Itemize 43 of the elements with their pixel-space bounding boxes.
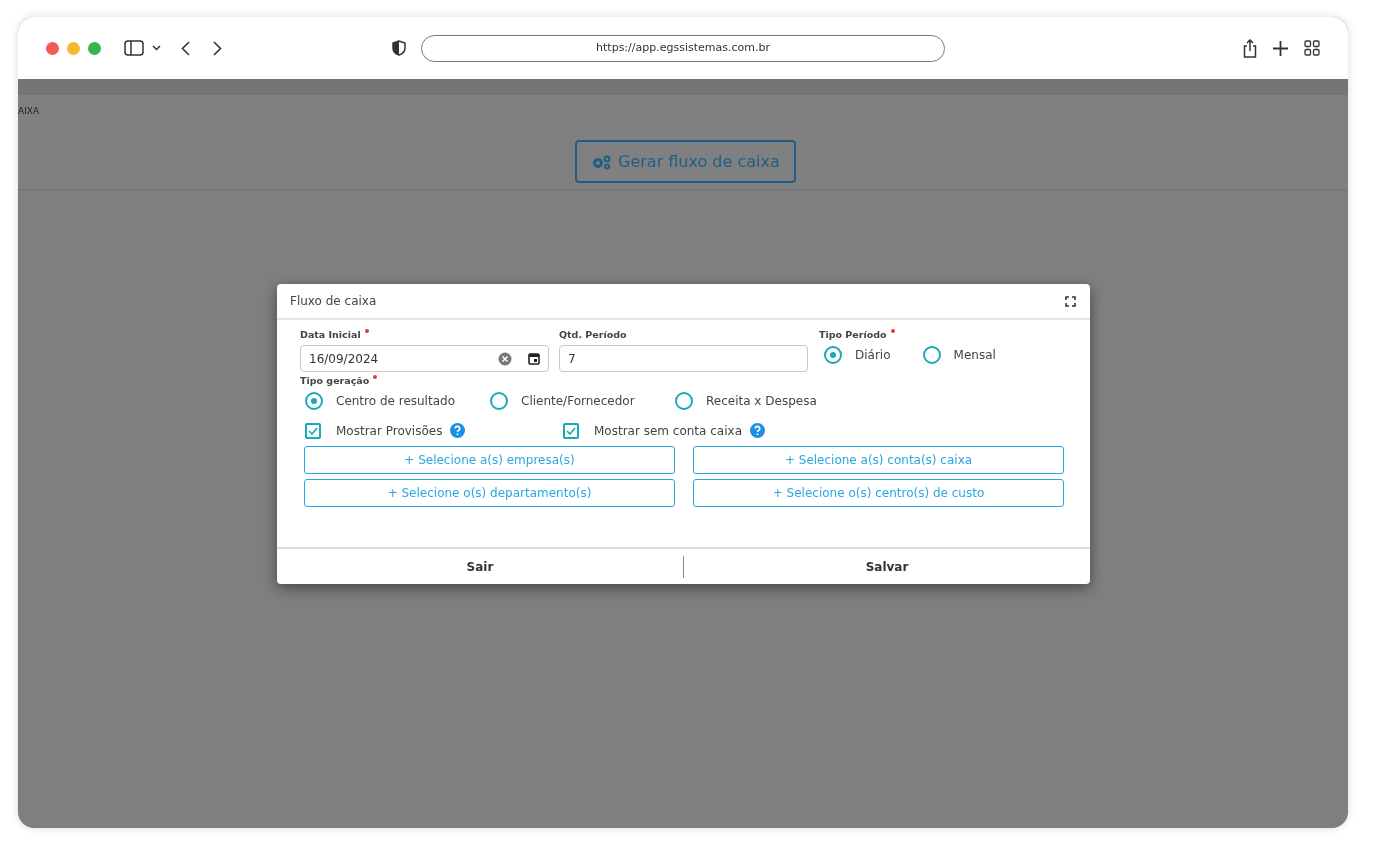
field-label: Tipo Período [819, 328, 996, 343]
breadcrumb: AIXA [18, 105, 40, 118]
minimize-dot[interactable] [67, 41, 80, 55]
radio-label: Diário [855, 347, 891, 365]
footer-button[interactable]: Salvar [684, 549, 1090, 584]
radio-button[interactable] [490, 391, 508, 410]
gears-icon [591, 153, 613, 170]
calendar-icon[interactable] [528, 352, 540, 366]
help-icon[interactable] [450, 423, 466, 438]
close-dot[interactable] [46, 41, 59, 55]
fullscreen-icon[interactable] [1065, 295, 1076, 307]
date-field[interactable]: 16/09/2024 [300, 345, 549, 373]
footer-button[interactable]: Sair [277, 549, 683, 584]
back-icon[interactable] [181, 40, 190, 56]
grid-icon[interactable] [1304, 40, 1320, 56]
radio-label: Centro de resultado [336, 392, 455, 410]
modal-title: Fluxo de caixa [290, 293, 377, 310]
field-label: Qtd. Período [559, 328, 628, 342]
radio-button[interactable] [922, 346, 941, 365]
radio-label: Receita x Despesa [706, 392, 817, 410]
radio-button[interactable] [824, 346, 842, 365]
field-label: Tipo geração [300, 374, 1067, 389]
check-icon [308, 426, 318, 435]
sidebar-icon[interactable] [124, 40, 144, 56]
check-icon [566, 426, 576, 435]
help-icon[interactable] [750, 423, 765, 438]
radio-label: Cliente/Fornecedor [521, 392, 635, 410]
radio-label: Mensal [953, 347, 996, 365]
forward-icon[interactable] [213, 40, 222, 56]
checkbox[interactable] [305, 422, 321, 439]
period-count-field[interactable]: 7 [559, 345, 808, 373]
share-icon[interactable] [1243, 38, 1257, 58]
checkbox-label: Mostrar Provisões [336, 422, 443, 440]
chevron-down-icon[interactable] [152, 45, 161, 51]
checkbox[interactable] [563, 422, 579, 439]
radio-button[interactable] [675, 391, 693, 410]
shield-icon [392, 40, 406, 56]
checkbox-label: Mostrar sem conta caixa [594, 422, 742, 440]
maximize-dot[interactable] [88, 41, 101, 55]
field-label: Data Inicial [300, 328, 549, 343]
plus-icon[interactable] [1273, 40, 1288, 56]
radio-button[interactable] [305, 391, 323, 410]
clear-icon[interactable] [498, 351, 512, 366]
